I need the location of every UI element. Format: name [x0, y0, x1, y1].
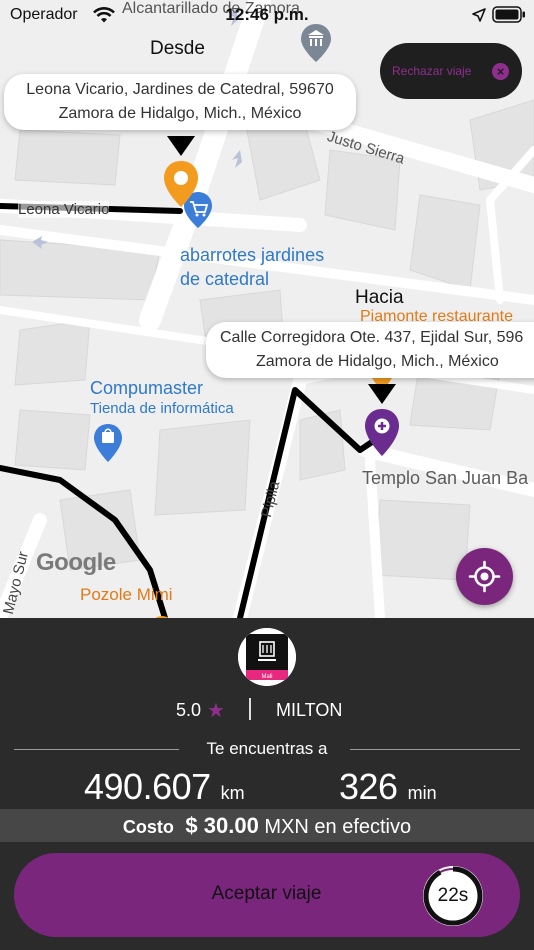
location-arrow-icon [472, 8, 486, 22]
destination-address-line2: Zamora de Hidalgo, Mich., México [256, 353, 499, 370]
cost-currency-method: MXN en efectivo [264, 816, 412, 838]
reject-trip-label: Rechazar viaje [392, 64, 472, 78]
origin-address-bubble[interactable]: Leona Vicario, Jardines de Catedral, 596… [4, 74, 356, 130]
countdown-seconds: 22s [437, 885, 469, 906]
poi-compumaster-subtitle: Tienda de informática [90, 400, 234, 417]
poi-abarrotes-line2[interactable]: de catedral [180, 268, 269, 291]
countdown-timer: 22s [421, 864, 485, 928]
cost-label: Costo [122, 817, 174, 837]
rating-divider [249, 698, 251, 720]
cost-amount: $ 30.00 [185, 813, 259, 838]
trip-cost: Costo $ 30.00 MXN en efectivo [0, 809, 534, 842]
brand-logo: Mali [238, 628, 296, 686]
crosshair-icon [468, 560, 501, 593]
driver-avatar: Mali [238, 628, 296, 686]
duration-unit: min [407, 783, 437, 803]
street-label-leona-vicario: Leona Vicario [18, 201, 110, 218]
origin-title: Desde [150, 38, 205, 59]
recenter-location-button[interactable] [456, 548, 513, 605]
star-icon: ★ [207, 700, 225, 722]
destination-address-bubble[interactable]: Calle Corregidora Ote. 437, Ejidal Sur, … [206, 322, 534, 378]
driver-rating: 5.0 [176, 700, 202, 720]
clock: 12:46 p.m. [225, 5, 309, 24]
origin-address-line2: Zamora de Hidalgo, Mich., México [58, 105, 302, 122]
avatar-brand-text: Mali [261, 674, 272, 680]
trip-request-panel: Mali 5.0 ★ MILTON Te encuentras a 490.60… [0, 618, 534, 950]
destination-address-line1: Calle Corregidora Ote. 437, Ejidal Sur, … [220, 329, 524, 346]
origin-address-line1: Leona Vicario, Jardines de Catedral, 596… [26, 81, 334, 98]
trip-duration: 326 min [339, 766, 437, 808]
driver-info-row: 5.0 ★ MILTON [0, 698, 534, 722]
poi-abarrotes-line1[interactable]: abarrotes jardines [180, 244, 324, 267]
poi-compumaster[interactable]: Compumaster [90, 377, 203, 400]
reject-trip-button[interactable]: Rechazar viaje × [380, 43, 522, 99]
distance-heading-label: Te encuentras a [206, 739, 328, 758]
distance-unit: km [220, 783, 245, 803]
destination-title: Hacia [355, 287, 404, 308]
battery-icon [492, 6, 525, 23]
google-logo: Google [36, 549, 116, 576]
trip-distance: 490.607 km [84, 766, 245, 808]
distance-heading: Te encuentras a [14, 738, 520, 760]
close-icon: × [492, 63, 509, 80]
poi-pozole[interactable]: Pozole Mimi [80, 585, 173, 605]
driver-name: MILTON [276, 700, 343, 720]
status-bar: Operador 12:46 p.m. [0, 0, 534, 30]
accept-trip-button[interactable]: Aceptar viaje 22s [14, 853, 520, 937]
poi-templo[interactable]: Templo San Juan Ba [362, 468, 528, 489]
duration-value: 326 [339, 766, 398, 807]
distance-value: 490.607 [84, 766, 211, 807]
